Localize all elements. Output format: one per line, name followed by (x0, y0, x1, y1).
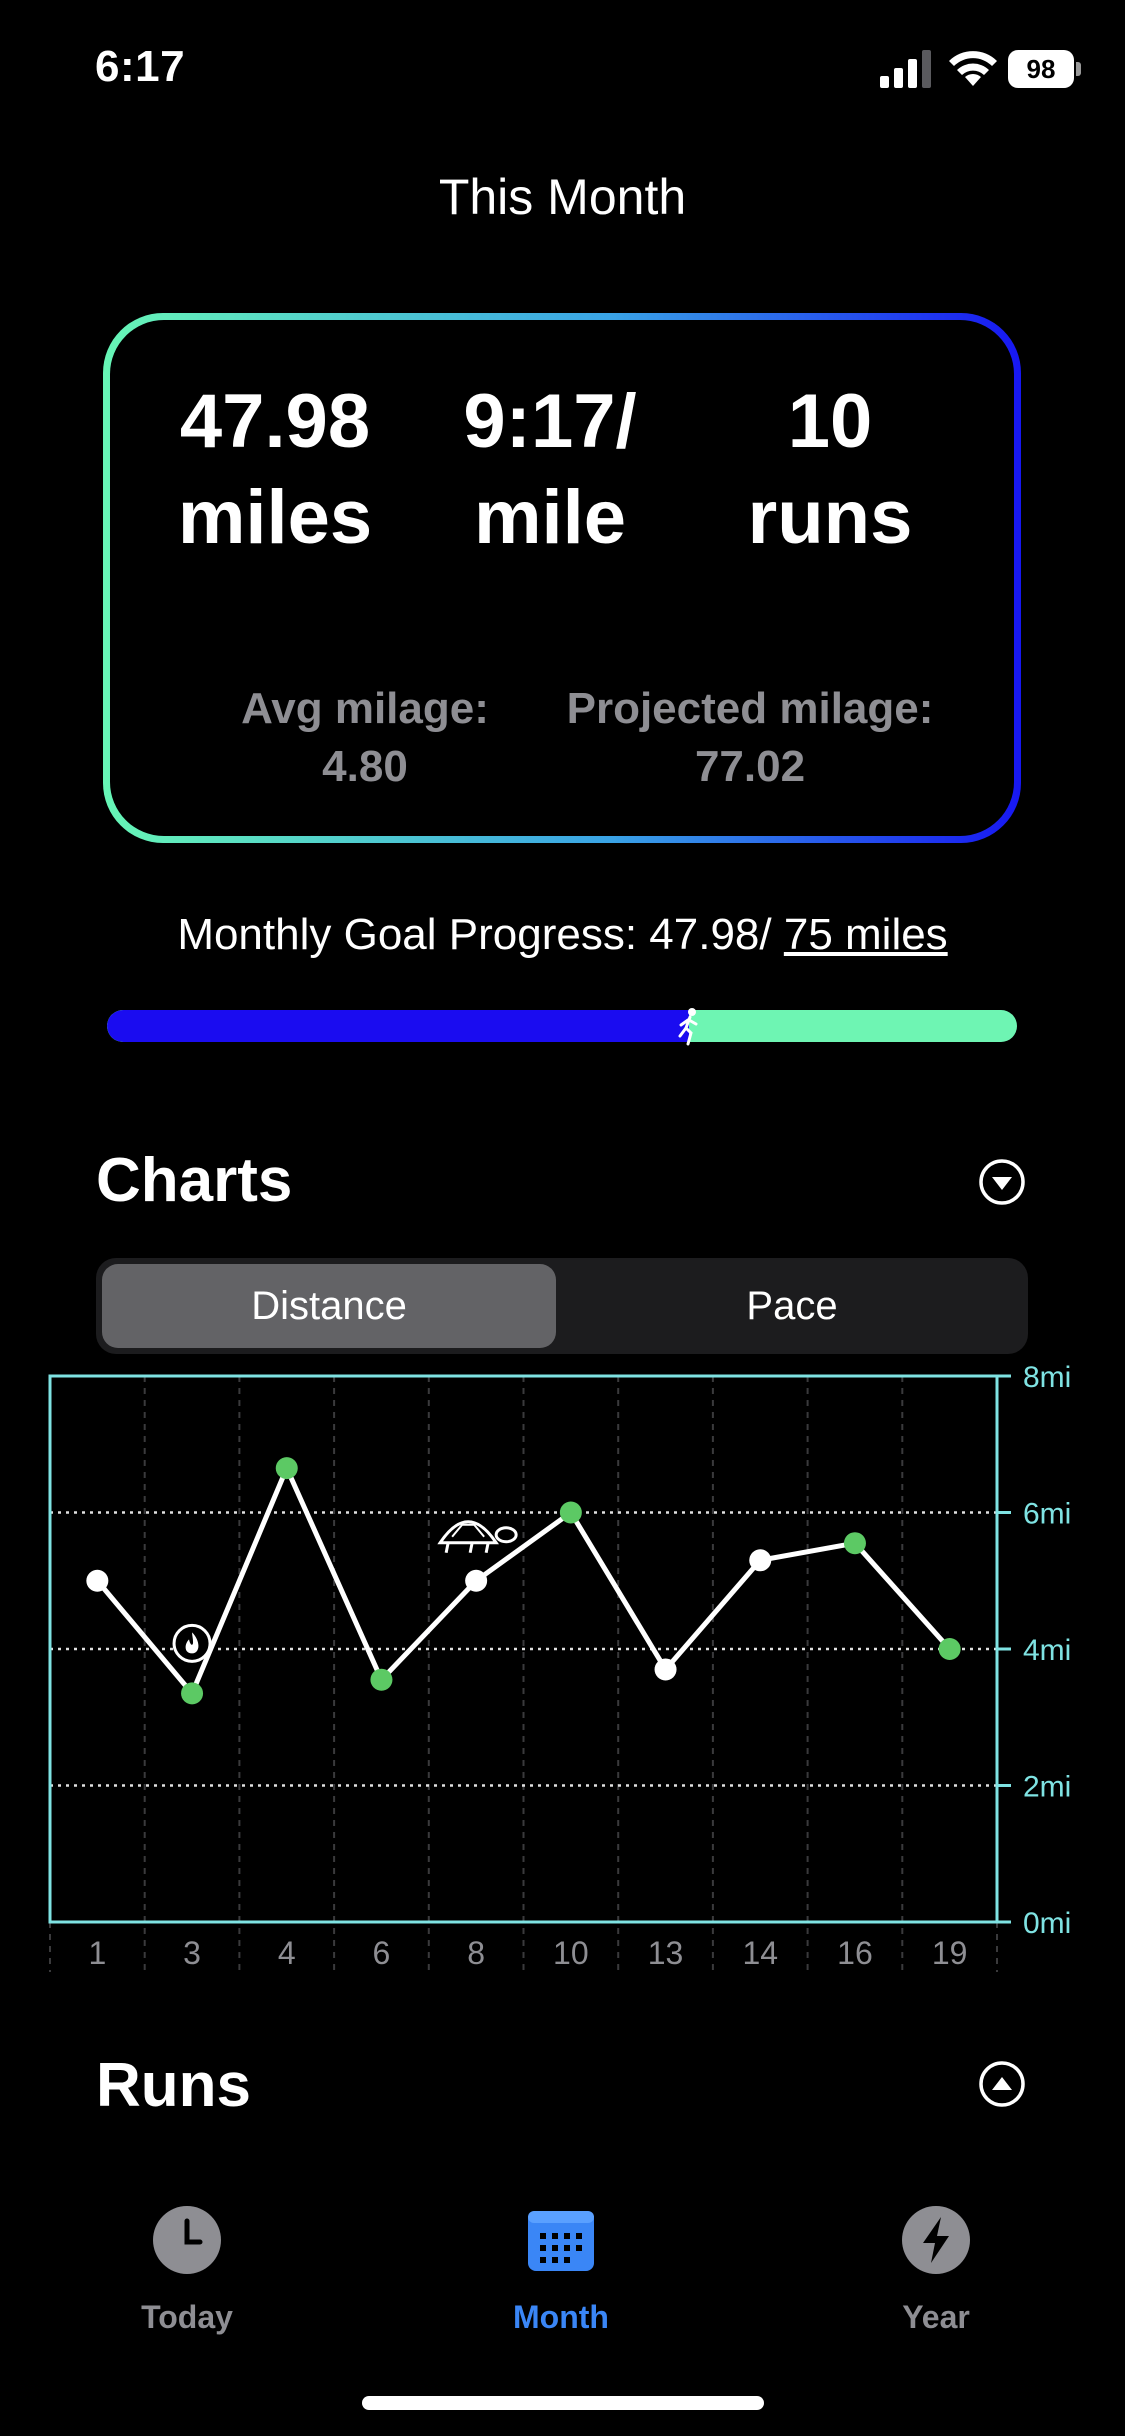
battery-icon: 98 (1008, 50, 1081, 88)
chart-data-point (86, 1569, 109, 1592)
signal-icon (880, 50, 931, 88)
wifi-icon (949, 51, 997, 86)
chart-data-point (749, 1549, 772, 1572)
chart-data-point (843, 1532, 866, 1555)
turtle-icon (437, 1520, 518, 1554)
tab-month-label: Month (513, 2299, 609, 2335)
runner-icon (678, 1008, 698, 1046)
segment-distance[interactable]: Distance (102, 1264, 556, 1348)
chart-data-point (559, 1501, 582, 1524)
runs-value: 10 (787, 379, 873, 464)
flame-circle-icon (172, 1623, 212, 1663)
tab-year-label: Year (902, 2299, 970, 2335)
projected-milage-label: Projected milage: (566, 684, 934, 733)
tab-today[interactable]: Today (87, 2205, 287, 2336)
chart-x-tick-label: 10 (553, 1935, 589, 1971)
chart-x-tick-label: 16 (837, 1935, 873, 1971)
calendar-icon (528, 2211, 594, 2271)
avg-milage-value: 4.80 (322, 742, 408, 791)
tab-year[interactable]: Year (836, 2205, 1036, 2336)
chevron-down-circle-icon[interactable] (978, 1158, 1026, 1206)
chart-y-tick-label: 2mi (1023, 1771, 1071, 1804)
runs-section-title: Runs (96, 2051, 251, 2120)
chart-x-tick-label: 8 (467, 1935, 485, 1971)
goal-progress-bar (107, 1010, 1017, 1042)
chart-y-tick-label: 4mi (1023, 1634, 1071, 1667)
chevron-up-circle-icon[interactable] (978, 2060, 1026, 2108)
chart-x-tick-label: 6 (373, 1935, 391, 1971)
chart-data-point (181, 1682, 204, 1705)
distance-line-chart: 0mi2mi4mi6mi8mi1 3 4 6 8 10 13 14 16 19 (48, 1361, 1071, 1972)
chart-x-tick-label: 19 (932, 1935, 968, 1971)
chart-y-tick-label: 0mi (1023, 1907, 1071, 1940)
avg-milage: Avg milage: 4.80 (170, 680, 560, 796)
chart-data-point (465, 1569, 488, 1592)
chart-data-point (654, 1658, 677, 1681)
chart-x-tick-label: 3 (183, 1935, 201, 1971)
runs-unit: runs (747, 475, 913, 560)
goal-target-link[interactable]: 75 miles (784, 910, 948, 959)
avg-milage-label: Avg milage: (241, 684, 489, 733)
home-indicator (362, 2396, 764, 2410)
projected-milage-value: 77.02 (694, 742, 806, 791)
chart-y-tick-label: 8mi (1023, 1361, 1071, 1394)
chart-x-tick-label: 4 (278, 1935, 296, 1971)
tab-today-label: Today (141, 2299, 233, 2335)
projected-milage: Projected milage: 77.02 (550, 680, 950, 796)
run-count-stat: 10 runs (665, 374, 995, 566)
chart-x-tick-label: 13 (648, 1935, 684, 1971)
chart-data-point (275, 1457, 298, 1480)
goal-progress-label: Monthly Goal Progress: 47.98/ (177, 910, 784, 959)
status-bar: 6:17 98 (0, 0, 1125, 140)
goal-progress-text: Monthly Goal Progress: 47.98/ 75 miles (0, 910, 1125, 960)
chart-data-point (938, 1638, 961, 1660)
goal-progress-fill (107, 1010, 690, 1042)
chart-x-tick-label: 1 (88, 1935, 106, 1971)
chart-x-tick-label: 14 (742, 1935, 778, 1971)
tab-month[interactable]: Month (461, 2205, 661, 2336)
charts-section-title: Charts (96, 1146, 293, 1215)
clock-icon (153, 2206, 221, 2274)
segment-pace[interactable]: Pace (562, 1264, 1022, 1348)
chart-metric-segmented-control: Distance Pace (96, 1258, 1028, 1354)
page-title: This Month (438, 169, 687, 225)
chart-y-tick-label: 6mi (1023, 1498, 1071, 1531)
stats-card: 47.98 miles 9:17/ mile 10 runs Avg milag… (103, 313, 1021, 843)
battery-level: 98 (1008, 50, 1074, 88)
chart-data-point (370, 1668, 393, 1691)
status-time: 6:17 (95, 42, 186, 91)
bolt-icon (902, 2206, 970, 2274)
